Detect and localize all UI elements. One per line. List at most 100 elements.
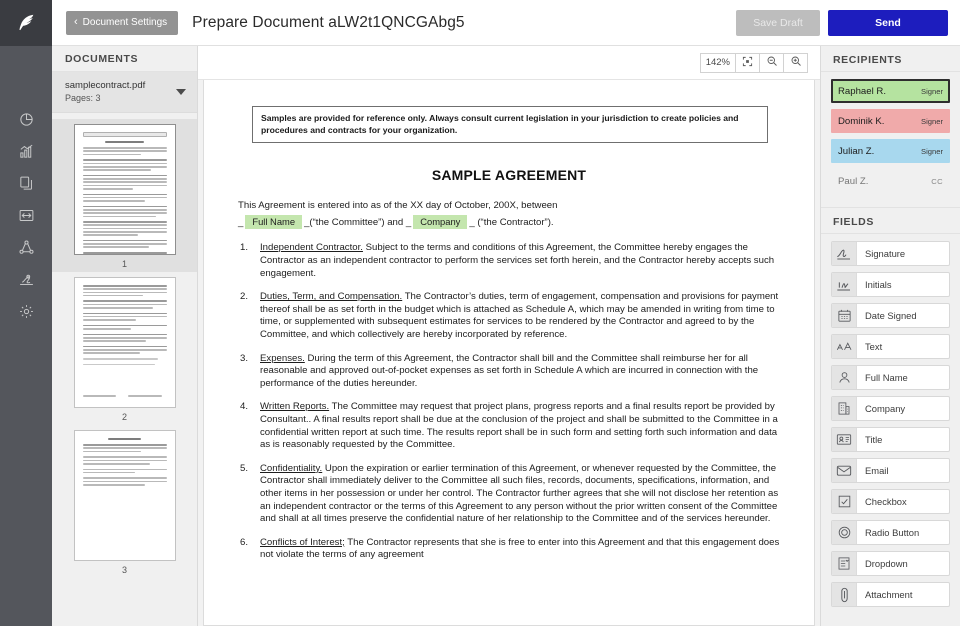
recipient-role: CC xyxy=(931,176,943,186)
intro-prefix: _ xyxy=(238,216,244,228)
rail-item-list xyxy=(0,110,52,320)
chevron-down-icon[interactable] xyxy=(176,89,186,95)
document-page-count: Pages: 3 xyxy=(65,93,101,103)
document-file-item[interactable]: samplecontract.pdf Pages: 3 xyxy=(52,72,197,113)
zoom-in-icon xyxy=(790,55,802,70)
field-item-initials[interactable]: Initials xyxy=(831,272,950,297)
rail-item-settings[interactable] xyxy=(0,302,52,320)
clause-list: 1. Independent Contractor. Subject to th… xyxy=(238,242,780,561)
field-label: Company xyxy=(865,403,906,414)
recipient-item-raphael[interactable]: Raphael R. Signer xyxy=(831,79,950,103)
viewer-toolbar: 142% xyxy=(198,46,820,80)
thumbnail-number: 2 xyxy=(121,412,127,422)
send-button[interactable]: Send xyxy=(828,9,948,36)
field-item-date-signed[interactable]: Date Signed xyxy=(831,303,950,328)
zoom-out-icon xyxy=(766,55,778,70)
recipients-header: RECIPIENTS xyxy=(821,46,960,72)
pie-chart-icon xyxy=(18,111,35,128)
radio-button-icon xyxy=(832,521,857,544)
document-notice: Samples are provided for reference only.… xyxy=(252,106,768,143)
field-item-signature[interactable]: Signature xyxy=(831,241,950,266)
chevron-left-icon: ‹ xyxy=(74,16,78,28)
clause-heading: Written Reports. xyxy=(260,401,330,413)
clause-body: The Committee may request that project p… xyxy=(260,401,778,451)
recipient-name: Dominik K. xyxy=(838,115,885,127)
recipient-name: Paul Z. xyxy=(838,175,869,187)
document-file-name: samplecontract.pdf xyxy=(65,80,146,91)
recipient-role: Signer xyxy=(921,116,943,126)
field-item-dropdown[interactable]: Dropdown xyxy=(831,551,950,576)
field-label: Initials xyxy=(865,279,892,290)
field-item-radio-button[interactable]: Radio Button xyxy=(831,520,950,545)
network-share-icon xyxy=(18,239,35,256)
document-settings-label: Document Settings xyxy=(82,17,168,28)
documents-panel: DOCUMENTS samplecontract.pdf Pages: 3 1 … xyxy=(52,0,198,626)
zoom-out-button[interactable] xyxy=(759,52,784,73)
intro-suffix: _ (“the Contractor”). xyxy=(469,216,554,228)
rail-item-signature[interactable] xyxy=(0,270,52,288)
fields-header: FIELDS xyxy=(821,208,960,234)
text-icon xyxy=(832,335,857,358)
field-item-full-name[interactable]: Full Name xyxy=(831,365,950,390)
recipient-item-julian[interactable]: Julian Z. Signer xyxy=(831,139,950,163)
clause-item: 3. Expenses. During the term of this Agr… xyxy=(238,353,780,391)
thumbnail-item[interactable]: 3 xyxy=(52,425,197,578)
initials-icon xyxy=(832,273,857,296)
placed-field-company[interactable]: Company xyxy=(413,215,468,230)
document-settings-button[interactable]: ‹ Document Settings xyxy=(66,10,179,35)
field-item-attachment[interactable]: Attachment xyxy=(831,582,950,607)
paperclip-icon xyxy=(832,583,857,606)
clause-number: 1. xyxy=(240,242,249,254)
zoom-in-button[interactable] xyxy=(783,52,808,73)
field-label: Dropdown xyxy=(865,558,908,569)
app-logo[interactable] xyxy=(0,0,52,46)
recipients-list: Raphael R. Signer Dominik K. Signer Juli… xyxy=(821,72,960,208)
rail-item-documents[interactable] xyxy=(0,174,52,192)
documents-icon xyxy=(18,175,35,192)
thumbnail-item[interactable]: 1 xyxy=(52,119,197,272)
app-root: DOCUMENTS samplecontract.pdf Pages: 3 1 … xyxy=(0,0,960,626)
dropdown-icon xyxy=(832,552,857,575)
recipient-role: Signer xyxy=(921,86,943,96)
fit-to-screen-button[interactable] xyxy=(735,52,760,73)
recipient-item-paul[interactable]: Paul Z. CC xyxy=(831,169,950,193)
field-item-checkbox[interactable]: Checkbox xyxy=(831,489,950,514)
field-label: Date Signed xyxy=(865,310,917,321)
recipient-name: Julian Z. xyxy=(838,145,875,157)
thumbnail-list[interactable]: 1 2 3 xyxy=(52,113,197,626)
person-icon xyxy=(832,366,857,389)
left-nav-rail xyxy=(0,0,52,626)
clause-body: During the term of this Agreement, the C… xyxy=(260,352,759,389)
document-page[interactable]: Samples are provided for reference only.… xyxy=(203,80,815,626)
page-thumbnail-preview xyxy=(73,124,176,255)
page-canvas-area[interactable]: Samples are provided for reference only.… xyxy=(198,80,820,626)
clause-number: 2. xyxy=(240,291,249,303)
zoom-level-display[interactable]: 142% xyxy=(699,52,736,73)
clause-heading: Expenses. xyxy=(260,352,305,364)
recipient-item-dominik[interactable]: Dominik K. Signer xyxy=(831,109,950,133)
field-item-title[interactable]: Title xyxy=(831,427,950,452)
field-item-text[interactable]: Text xyxy=(831,334,950,359)
field-item-company[interactable]: Company xyxy=(831,396,950,421)
fields-list: Signature Initials Date Signed Text Full… xyxy=(821,234,960,613)
clause-number: 4. xyxy=(240,401,249,413)
building-icon xyxy=(832,397,857,420)
rail-item-templates[interactable] xyxy=(0,206,52,224)
field-label: Radio Button xyxy=(865,527,920,538)
envelope-icon xyxy=(832,459,857,482)
save-draft-button[interactable]: Save Draft xyxy=(736,9,820,36)
clause-item: 1. Independent Contractor. Subject to th… xyxy=(238,242,780,280)
thumbnail-item[interactable]: 2 xyxy=(52,272,197,425)
placed-field-full-name[interactable]: Full Name xyxy=(245,215,303,230)
clause-number: 3. xyxy=(240,352,249,364)
signature-icon xyxy=(832,242,857,265)
clause-heading: Duties, Term, and Compensation. xyxy=(260,291,403,303)
field-item-email[interactable]: Email xyxy=(831,458,950,483)
rail-item-reports[interactable] xyxy=(0,142,52,160)
rail-item-network[interactable] xyxy=(0,238,52,256)
rail-item-dashboard[interactable] xyxy=(0,110,52,128)
checkbox-icon xyxy=(832,490,857,513)
clause-heading: Independent Contractor. xyxy=(260,242,363,254)
field-label: Attachment xyxy=(865,589,913,600)
document-title: SAMPLE AGREEMENT xyxy=(431,167,587,183)
